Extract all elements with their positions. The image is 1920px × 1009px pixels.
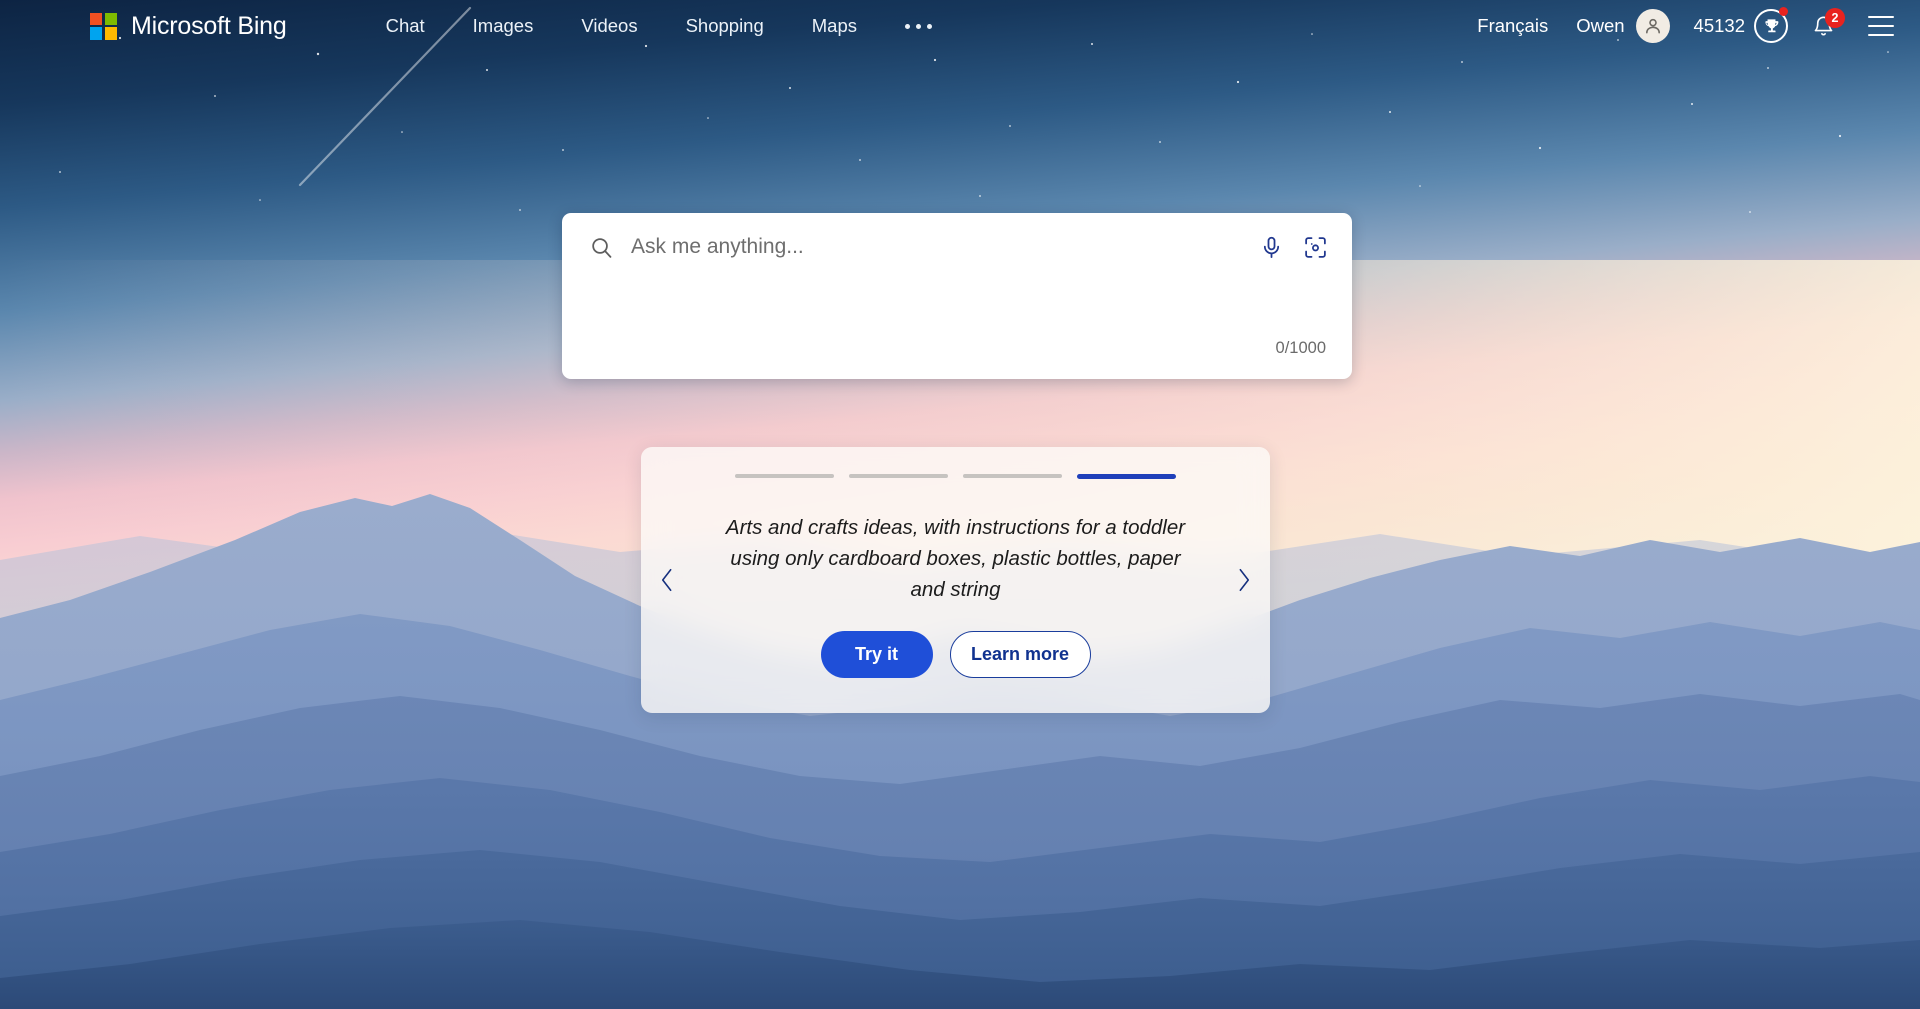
nav-shopping[interactable]: Shopping	[662, 11, 788, 41]
suggestion-carousel-card: Arts and crafts ideas, with instructions…	[641, 447, 1270, 713]
brand-title: Microsoft Bing	[131, 11, 287, 40]
carousel-progress-bar-1[interactable]	[735, 474, 834, 478]
user-name: Owen	[1576, 15, 1625, 36]
user-account[interactable]: Owen	[1576, 9, 1670, 43]
carousel-progress-bar-4[interactable]	[1077, 474, 1176, 479]
search-icon	[589, 235, 614, 260]
primary-nav: Chat Images Videos Shopping Maps	[362, 11, 956, 41]
nav-maps[interactable]: Maps	[788, 11, 881, 41]
nav-videos[interactable]: Videos	[557, 11, 661, 41]
chevron-right-icon	[1239, 568, 1250, 592]
hamburger-menu-icon[interactable]	[1868, 16, 1894, 36]
avatar	[1635, 9, 1670, 43]
carousel-progress-bar-2[interactable]	[849, 474, 948, 478]
nav-chat[interactable]: Chat	[362, 11, 449, 41]
carousel-progress-bar-3[interactable]	[963, 474, 1062, 478]
microsoft-logo-icon	[90, 12, 117, 40]
notifications-button[interactable]: 2	[1810, 8, 1845, 41]
visual-search-icon[interactable]	[1303, 235, 1328, 260]
chevron-left-icon	[661, 568, 672, 592]
site-header: Microsoft Bing Chat Images Videos Shoppi…	[0, 0, 1920, 52]
carousel-next-button[interactable]	[1228, 560, 1259, 600]
notification-count-badge: 2	[1825, 8, 1845, 28]
trophy-icon	[1754, 7, 1788, 43]
carousel-progress	[735, 474, 1176, 479]
carousel-actions: Try it Learn more	[820, 631, 1091, 678]
rewards-points: 45132	[1693, 15, 1745, 36]
search-tools	[1259, 235, 1328, 260]
language-selector[interactable]: Français	[1467, 11, 1558, 41]
brand-block[interactable]: Microsoft Bing	[90, 12, 287, 41]
header-actions: Français Owen 45132 2	[1467, 7, 1894, 43]
rewards-alert-dot	[1779, 7, 1788, 16]
learn-more-button[interactable]: Learn more	[949, 631, 1091, 678]
rewards-button[interactable]: 45132	[1693, 7, 1788, 43]
try-it-button[interactable]: Try it	[820, 631, 933, 678]
carousel-slide-text: Arts and crafts ideas, with instructions…	[725, 516, 1186, 601]
more-menu-icon[interactable]	[881, 18, 956, 35]
search-input[interactable]	[631, 235, 1259, 259]
character-counter: 0/1000	[1275, 339, 1326, 357]
microphone-icon[interactable]	[1259, 235, 1284, 260]
search-row	[562, 213, 1352, 281]
carousel-prev-button[interactable]	[652, 560, 683, 600]
bing-homepage: Microsoft Bing Chat Images Videos Shoppi…	[0, 0, 1920, 1009]
nav-images[interactable]: Images	[449, 11, 558, 41]
search-panel: 0/1000	[562, 213, 1352, 379]
